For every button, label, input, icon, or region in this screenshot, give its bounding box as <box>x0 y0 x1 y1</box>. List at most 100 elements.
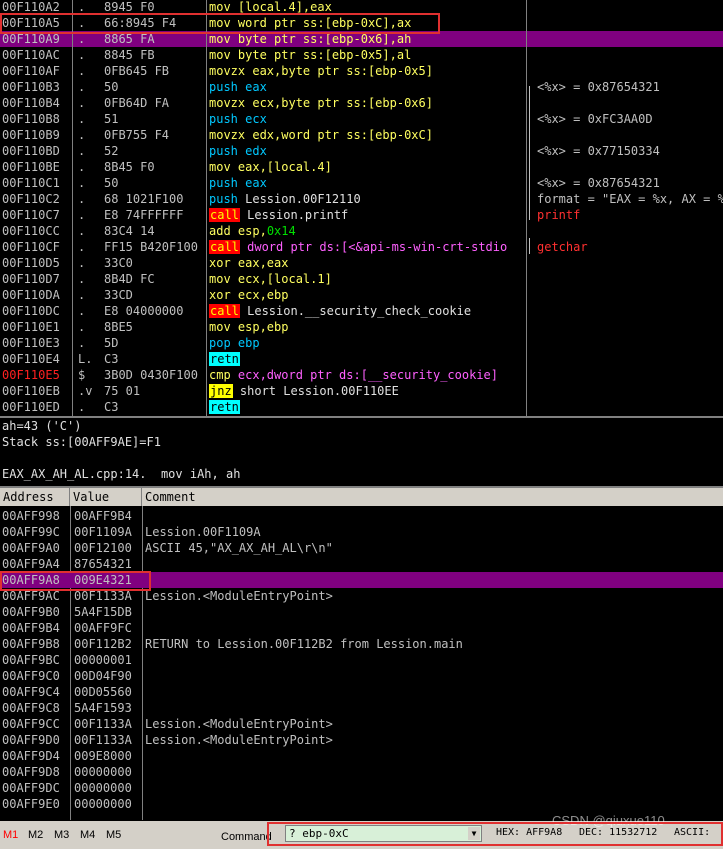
stack-row[interactable]: 00AFF9A8 009E4321 <box>0 572 723 588</box>
disasm-row[interactable]: 00F110CC. 83C4 14 add esp,0x14 <box>0 223 723 239</box>
disasm-bytes: 33CD <box>104 288 133 302</box>
instruction-token: mov <box>209 272 238 286</box>
stack-row[interactable]: 00AFF9E0 00000000 <box>0 796 723 812</box>
stack-row[interactable]: 00AFF9DC 00000000 <box>0 780 723 796</box>
instruction-token: [local.4],eax <box>237 0 332 14</box>
disasm-row[interactable]: 00F110B9. 0FB755 F4 movzx edx,word ptr ss:… <box>0 127 723 143</box>
disasm-row[interactable]: 00F110AC. 8845 FB mov byte ptr ss:[ebp-0x5… <box>0 47 723 63</box>
tab-m4[interactable]: M4 <box>80 829 95 841</box>
stack-address: 00AFF9D4 <box>2 749 60 763</box>
disasm-row[interactable]: 00F110C2. 68 1021F100 push Lession.00F1211… <box>0 191 723 207</box>
disasm-row[interactable]: 00F110E3. 5D pop ebp <box>0 335 723 351</box>
disasm-row[interactable]: 00F110DC. E8 04000000 call Lession.__secur… <box>0 303 723 319</box>
stack-comment: Lession.<ModuleEntryPoint> <box>145 733 333 747</box>
instruction-token: esp,ebp <box>237 320 289 334</box>
disasm-row[interactable]: 00F110E4 L. C3 retn <box>0 351 723 367</box>
disasm-bytes: 8B4D FC <box>104 272 155 286</box>
disasm-row[interactable]: 00F110BD. 52 push edx <%x> = 0x77150334 <box>0 143 723 159</box>
disasm-instruction: mov eax,[local.4] <box>209 159 522 175</box>
stack-address: 00AFF9C0 <box>2 669 60 683</box>
disasm-row[interactable]: 00F110B3. 50 push eax <%x> = 0x87654321 <box>0 79 723 95</box>
disasm-bytes: 50 <box>104 80 119 94</box>
stack-row[interactable]: 00AFF9AC 00F1133A Lession.<ModuleEntryPoin… <box>0 588 723 604</box>
disasm-instruction: push edx <box>209 143 522 159</box>
disasm-row[interactable]: 00F110E5 $3B0D 0430F100 cmp ecx,dword ptr … <box>0 367 723 383</box>
stack-address: 00AFF9BC <box>2 653 60 667</box>
stack-value: 00F1109A <box>74 525 132 539</box>
disasm-address: 00F110A9 <box>2 32 60 46</box>
disasm-row[interactable]: 00F110D7. 8B4D FC mov ecx,[local.1] <box>0 271 723 287</box>
stack-row[interactable]: 00AFF9A4 87654321 <box>0 556 723 572</box>
stack-value: 00000000 <box>74 765 132 779</box>
disasm-flow-marker: . <box>78 224 86 238</box>
stack-row[interactable]: 00AFF9B8 00F112B2 RETURN to Lession.00F112… <box>0 636 723 652</box>
stack-address: 00AFF9CC <box>2 717 60 731</box>
column-header-comment[interactable]: Comment <box>142 488 723 506</box>
disasm-address: 00F110BD <box>2 144 60 158</box>
disasm-flow-marker: . <box>78 48 86 62</box>
disasm-row[interactable]: 00F110CF. FF15 B420F100 call dword ptr ds:… <box>0 239 723 255</box>
disasm-row[interactable]: 00F110DA. 33CD xor ecx,ebp <box>0 287 723 303</box>
disasm-bytes: 68 1021F100 <box>104 192 184 206</box>
disasm-bytes: 8BE5 <box>104 320 133 334</box>
disasm-bytes: 83C4 14 <box>104 224 155 238</box>
disasm-flow-marker: . <box>78 304 86 318</box>
instruction-token: ecx,byte ptr ss:[ebp-0x6] <box>252 96 433 110</box>
column-divider <box>526 0 527 416</box>
command-input[interactable]: ? ebp-0xC ▼ <box>285 825 482 842</box>
disasm-row[interactable]: 00F110A2. 8945 F0 mov [local.4],eax <box>0 0 723 15</box>
disasm-bytes: 8B45 F0 <box>104 160 155 174</box>
disasm-row[interactable]: 00F110E1. 8BE5 mov esp,ebp <box>0 319 723 335</box>
stack-row[interactable]: 00AFF9D0 00F1133A Lession.<ModuleEntryPoin… <box>0 732 723 748</box>
stack-row[interactable]: 00AFF9D4 009E8000 <box>0 748 723 764</box>
tab-m5[interactable]: M5 <box>106 829 121 841</box>
disasm-instruction: jnz short Lession.00F110EE <box>209 383 522 399</box>
stack-row[interactable]: 00AFF99C 00F1109A Lession.00F1109A <box>0 524 723 540</box>
disasm-row[interactable]: 00F110B4. 0FB64D FA movzx ecx,byte ptr ss:… <box>0 95 723 111</box>
stack-row[interactable]: 00AFF9D8 00000000 <box>0 764 723 780</box>
disasm-row[interactable]: 00F110C1. 50 push eax <%x> = 0x87654321 <box>0 175 723 191</box>
disasm-row[interactable]: 00F110A5. 66:8945 F4 mov word ptr ss:[ebp-… <box>0 15 723 31</box>
stack-row[interactable]: 00AFF9BC 00000001 <box>0 652 723 668</box>
disasm-row[interactable]: 00F110BE. 8B45 F0 mov eax,[local.4] <box>0 159 723 175</box>
instruction-token: byte ptr ss:[ebp-0x5],al <box>237 48 412 62</box>
disasm-flow-marker: . <box>78 208 86 222</box>
disasm-row[interactable]: 00F110D5. 33C0 xor eax,eax <box>0 255 723 271</box>
disasm-bytes: 52 <box>104 144 119 158</box>
disasm-instruction: push ecx <box>209 111 522 127</box>
stack-row[interactable]: 00AFF998 00AFF9B4 <box>0 508 723 524</box>
disasm-row[interactable]: 00F110A9. 8865 FA mov byte ptr ss:[ebp-0x6… <box>0 31 723 47</box>
tab-m2[interactable]: M2 <box>28 829 43 841</box>
stack-row[interactable]: 00AFF9C8 5A4F1593 <box>0 700 723 716</box>
disasm-instruction: mov byte ptr ss:[ebp-0x5],al <box>209 47 522 63</box>
dropdown-arrow-icon[interactable]: ▼ <box>468 827 480 840</box>
stack-row[interactable]: 00AFF9C4 00D05560 <box>0 684 723 700</box>
stack-pane[interactable]: Address Value Comment 00AFF998 00AFF9B4 00… <box>0 488 723 820</box>
disasm-bytes: 50 <box>104 176 119 190</box>
stack-row[interactable]: 00AFF9CC 00F1133A Lession.<ModuleEntryPoin… <box>0 716 723 732</box>
disasm-address: 00F110CC <box>2 224 60 238</box>
stack-row[interactable]: 00AFF9C0 00D04F90 <box>0 668 723 684</box>
disasm-address: 00F110D7 <box>2 272 60 286</box>
info-pane: ah=43 ('C') Stack ss:[00AFF9AE]=F1 EAX_A… <box>0 418 723 486</box>
disasm-row[interactable]: 00F110EB .v 75 01 jnz short Lession.00F110E… <box>0 383 723 399</box>
stack-row[interactable]: 00AFF9A0 00F12100 ASCII 45,"AX_AX_AH_AL\r\… <box>0 540 723 556</box>
disasm-flow-marker: . <box>78 272 86 286</box>
tab-m1[interactable]: M1 <box>3 829 18 841</box>
disasm-row[interactable]: 00F110C7. E8 74FFFFFF call Lession.printf p… <box>0 207 723 223</box>
column-header-value[interactable]: Value <box>70 488 142 506</box>
tab-m3[interactable]: M3 <box>54 829 69 841</box>
column-header-address[interactable]: Address <box>0 488 70 506</box>
disasm-row[interactable]: 00F110AF. 0FB645 FB movzx eax,byte ptr ss:… <box>0 63 723 79</box>
instruction-token: movzx <box>209 96 253 110</box>
stack-row[interactable]: 00AFF9B4 00AFF9FC <box>0 620 723 636</box>
stack-row[interactable]: 00AFF9B0 5A4F15DB <box>0 604 723 620</box>
instruction-token: esp, <box>237 224 267 238</box>
disasm-row[interactable]: 00F110B8. 51 push ecx <%x> = 0xFC3AA0D <box>0 111 723 127</box>
disasm-flow-marker: . <box>78 288 86 302</box>
stack-header: Address Value Comment <box>0 488 723 506</box>
stack-address: 00AFF9A0 <box>2 541 60 555</box>
disassembly-pane[interactable]: 00F110A2. 8945 F0 mov [local.4],eax 00F110A… <box>0 0 723 416</box>
disasm-row[interactable]: 00F110ED. C3 retn <box>0 399 723 415</box>
stack-address: 00AFF99C <box>2 525 60 539</box>
